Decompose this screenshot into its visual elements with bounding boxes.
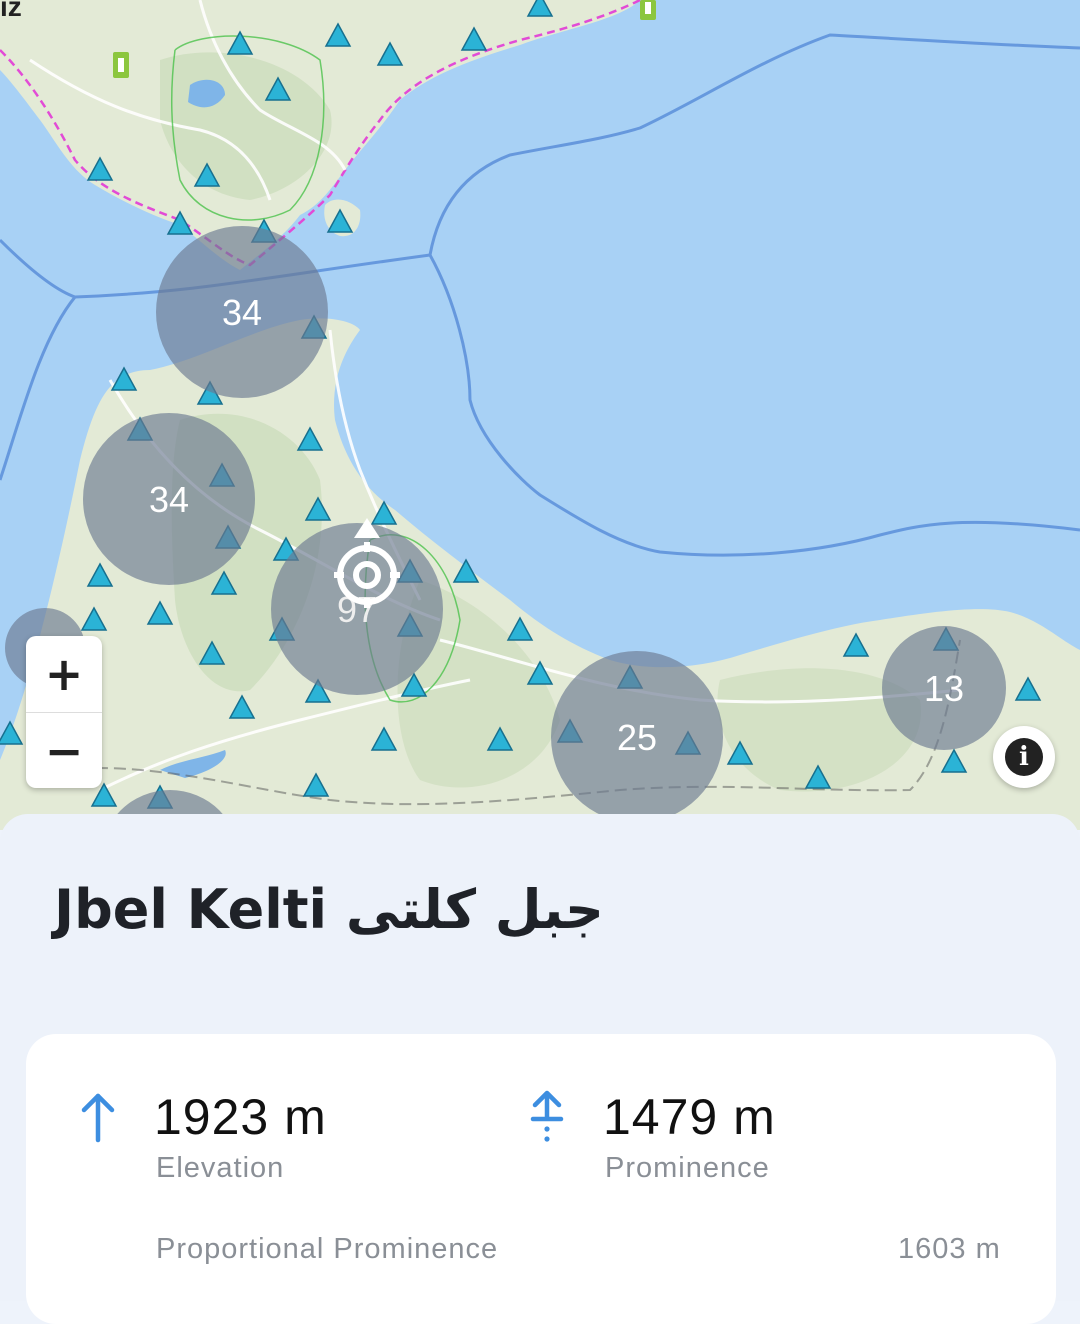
map-place-label: iz	[0, 0, 22, 22]
cluster-marker[interactable]: 34	[156, 226, 328, 398]
peak-title: Jbel Kelti جبل كلتى	[54, 878, 604, 941]
cluster-count: 97	[337, 589, 377, 630]
cluster-count: 13	[924, 668, 964, 709]
cluster-marker[interactable]: 13	[882, 626, 1006, 750]
cluster-marker[interactable]: 34	[83, 413, 255, 585]
elevation-label: Elevation	[156, 1152, 285, 1184]
cluster-count: 34	[149, 479, 189, 520]
prominence-label: Prominence	[605, 1152, 770, 1184]
cluster-count: 25	[617, 717, 657, 758]
proportional-prominence-label: Proportional Prominence	[156, 1233, 499, 1265]
prominence-icon	[530, 1090, 564, 1142]
zoom-out-button[interactable]: −	[26, 712, 102, 788]
map-view[interactable]: 34 34 97 25 13 iz + − i	[0, 0, 1080, 830]
info-button[interactable]: i	[993, 726, 1055, 788]
arrow-up-icon	[81, 1093, 115, 1143]
map-canvas[interactable]: 34 34 97 25 13 iz	[0, 0, 1080, 830]
zoom-control: + −	[26, 636, 102, 788]
tower-icon	[640, 0, 656, 20]
prominence-value: 1479 m	[603, 1089, 776, 1145]
elevation-value: 1923 m	[154, 1089, 327, 1145]
info-icon: i	[1005, 738, 1043, 776]
cluster-marker[interactable]: 25	[551, 651, 723, 823]
tower-icon	[113, 52, 129, 78]
cluster-count: 34	[222, 292, 262, 333]
proportional-prominence-value: 1603 m	[898, 1233, 1001, 1265]
zoom-in-button[interactable]: +	[26, 636, 102, 712]
